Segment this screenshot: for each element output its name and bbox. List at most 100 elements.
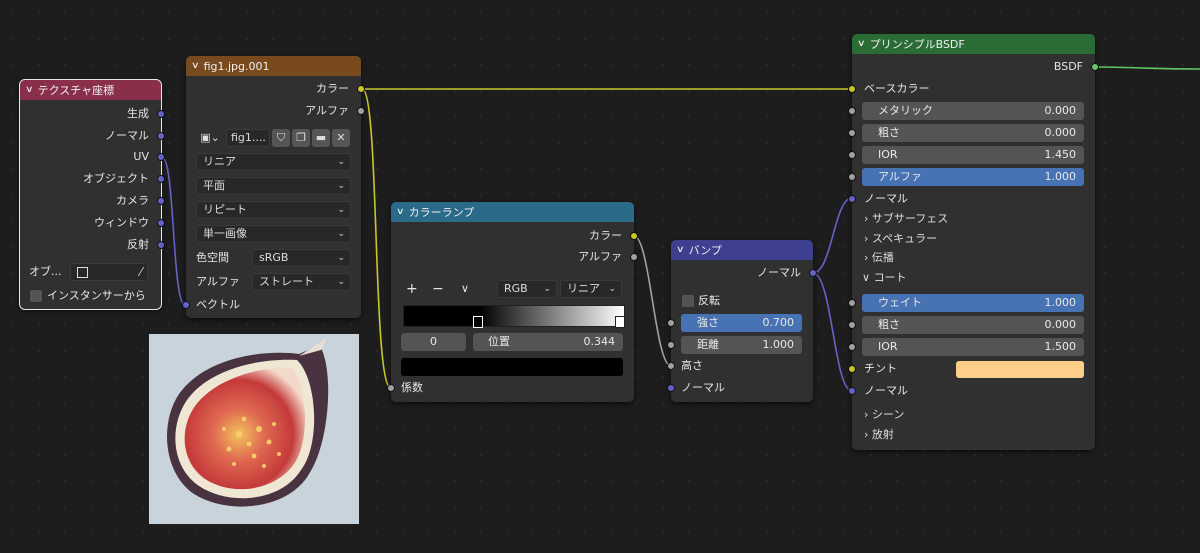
distance-field[interactable]: 距離 1.000 — [681, 336, 802, 354]
panel-emission[interactable]: › 放射 — [864, 426, 894, 444]
object-picker[interactable]: ⁄ — [70, 263, 148, 281]
principled-bsdf-node[interactable]: ∨ プリンシプルBSDF BSDF ベースカラー メタリック 0.000 粗さ … — [848, 34, 1099, 450]
node-title: fig1.jpg.001 — [203, 59, 270, 73]
stop-index-field[interactable]: 0 — [401, 333, 466, 351]
socket-bsdf-out[interactable] — [1091, 63, 1099, 71]
socket-roughness-in[interactable] — [848, 129, 856, 137]
socket-vector-in[interactable] — [182, 301, 190, 309]
socket-normal-in[interactable] — [848, 195, 856, 203]
instancer-checkbox[interactable] — [30, 290, 42, 302]
socket-strength-in[interactable] — [667, 319, 675, 327]
socket-base-color-in[interactable] — [848, 85, 856, 93]
close-icon[interactable]: ✕ — [332, 129, 350, 147]
stop-color-swatch[interactable] — [401, 358, 623, 376]
socket-alpha-out[interactable] — [630, 253, 638, 261]
socket-coat-weight-in[interactable] — [848, 299, 856, 307]
ior-field[interactable]: IOR 1.450 — [862, 146, 1084, 164]
extension-value: リピート — [203, 203, 247, 216]
chevron-down-icon[interactable]: ∨ — [461, 280, 469, 298]
socket-ior-in[interactable] — [848, 151, 856, 159]
socket-normal[interactable] — [157, 132, 165, 140]
color-ramp-header[interactable]: ∨ カラーランプ — [391, 202, 634, 222]
coat-roughness-field[interactable]: 粗さ 0.000 — [862, 316, 1084, 334]
ramp-stop-white[interactable] — [615, 316, 625, 328]
add-stop-button[interactable]: + — [406, 280, 418, 298]
ramp-interp-dropdown[interactable]: リニア ⌄ — [560, 280, 622, 298]
socket-color-out[interactable] — [357, 85, 365, 93]
roughness-field[interactable]: 粗さ 0.000 — [862, 124, 1084, 142]
extension-dropdown[interactable]: リピート ⌄ — [196, 201, 351, 219]
socket-normal-out[interactable] — [809, 269, 817, 277]
eyedropper-icon[interactable]: ⁄ — [140, 264, 142, 280]
output-reflection: 反射 — [127, 238, 149, 251]
socket-uv[interactable] — [157, 153, 165, 161]
image-browse-button[interactable]: ▣⌄ — [196, 129, 224, 147]
invert-checkbox[interactable] — [682, 295, 694, 307]
chevron-down-icon: ⌄ — [337, 229, 345, 239]
panel-subsurface[interactable]: › サブサーフェス — [864, 210, 948, 228]
colorspace-label: 色空間 — [196, 251, 229, 264]
folder-icon[interactable]: ▬ — [312, 129, 330, 147]
coat-tint-swatch[interactable] — [956, 361, 1084, 378]
bsdf-header[interactable]: ∨ プリンシプルBSDF — [852, 34, 1095, 54]
color-ramp-node[interactable]: ∨ カラーランプ カラー アルファ + − ∨ RGB ⌄ リニア ⌄ 0 位置 0… — [387, 202, 638, 402]
panel-coat[interactable]: ∨ コート — [862, 269, 907, 287]
object-icon — [77, 267, 88, 278]
chevron-right-icon: › — [864, 408, 869, 421]
socket-color-out[interactable] — [630, 232, 638, 240]
chevron-down-icon: ∨ — [862, 271, 871, 284]
output-generated: 生成 — [127, 107, 149, 120]
image-texture-header[interactable]: ∨ fig1.jpg.001 — [186, 56, 361, 76]
panel-sheen[interactable]: › シーン — [864, 406, 904, 424]
texture-coordinate-header[interactable]: ∨ テクスチャ座標 — [20, 80, 161, 100]
panel-transmission[interactable]: › 伝播 — [864, 249, 894, 267]
coat-weight-field[interactable]: ウェイト 1.000 — [862, 294, 1084, 312]
bump-header[interactable]: ∨ バンプ — [671, 240, 813, 260]
socket-alpha-out[interactable] — [357, 107, 365, 115]
alpha-mode-label: アルファ — [196, 275, 240, 288]
chevron-down-icon[interactable]: ∨ — [191, 61, 200, 71]
shield-icon[interactable]: ⛉ — [272, 129, 290, 147]
socket-generated[interactable] — [157, 110, 165, 118]
colorspace-dropdown[interactable]: sRGB ⌄ — [252, 249, 351, 267]
socket-coat-roughness-in[interactable] — [848, 321, 856, 329]
panel-specular[interactable]: › スペキュラー — [864, 230, 937, 248]
image-name-field[interactable]: fig1.... — [226, 129, 270, 147]
socket-metallic-in[interactable] — [848, 107, 856, 115]
socket-alpha-in[interactable] — [848, 173, 856, 181]
chevron-down-icon[interactable]: ∨ — [396, 207, 405, 217]
remove-stop-button[interactable]: − — [432, 280, 444, 298]
chevron-down-icon[interactable]: ∨ — [857, 39, 866, 49]
chevron-right-icon: › — [864, 212, 869, 225]
image-texture-node[interactable]: ∨ fig1.jpg.001 カラー アルファ ▣⌄ fig1.... ⛉ ❐ … — [182, 56, 365, 318]
chevron-down-icon[interactable]: ∨ — [25, 85, 34, 95]
socket-coat-normal-in[interactable] — [848, 387, 856, 395]
alpha-mode-dropdown[interactable]: ストレート ⌄ — [252, 273, 351, 291]
chevron-down-icon[interactable]: ∨ — [676, 245, 685, 255]
color-mode-dropdown[interactable]: RGB ⌄ — [497, 280, 557, 298]
metallic-field[interactable]: メタリック 0.000 — [862, 102, 1084, 120]
socket-window[interactable] — [157, 219, 165, 227]
color-ramp-gradient[interactable] — [403, 305, 625, 327]
socket-object[interactable] — [157, 175, 165, 183]
bump-node[interactable]: ∨ バンプ ノーマル 反転 強さ 0.700 距離 1.000 高さ ノーマル — [667, 240, 817, 402]
projection-dropdown[interactable]: 平面 ⌄ — [196, 177, 351, 195]
alpha-field[interactable]: アルファ 1.000 — [862, 168, 1084, 186]
socket-reflection[interactable] — [157, 241, 165, 249]
ramp-stop-black[interactable] — [473, 316, 483, 328]
socket-coat-ior-in[interactable] — [848, 343, 856, 351]
socket-coat-tint-in[interactable] — [848, 365, 856, 373]
interpolation-dropdown[interactable]: リニア ⌄ — [196, 153, 351, 171]
duplicate-icon[interactable]: ❐ — [292, 129, 310, 147]
socket-normal-in[interactable] — [667, 384, 675, 392]
socket-height-in[interactable] — [667, 362, 675, 370]
texture-coordinate-node[interactable]: ∨ テクスチャ座標 生成 ノーマル UV オブジェクト カメラ ウィンドウ 反射… — [19, 79, 165, 310]
socket-distance-in[interactable] — [667, 341, 675, 349]
socket-camera[interactable] — [157, 197, 165, 205]
source-dropdown[interactable]: 単一画像 ⌄ — [196, 225, 351, 243]
coat-ior-field[interactable]: IOR 1.500 — [862, 338, 1084, 356]
socket-fac-in[interactable] — [387, 384, 395, 392]
strength-field[interactable]: 強さ 0.700 — [681, 314, 802, 332]
stop-position-field[interactable]: 位置 0.344 — [473, 333, 623, 351]
ior-value: 1.450 — [1044, 148, 1077, 161]
